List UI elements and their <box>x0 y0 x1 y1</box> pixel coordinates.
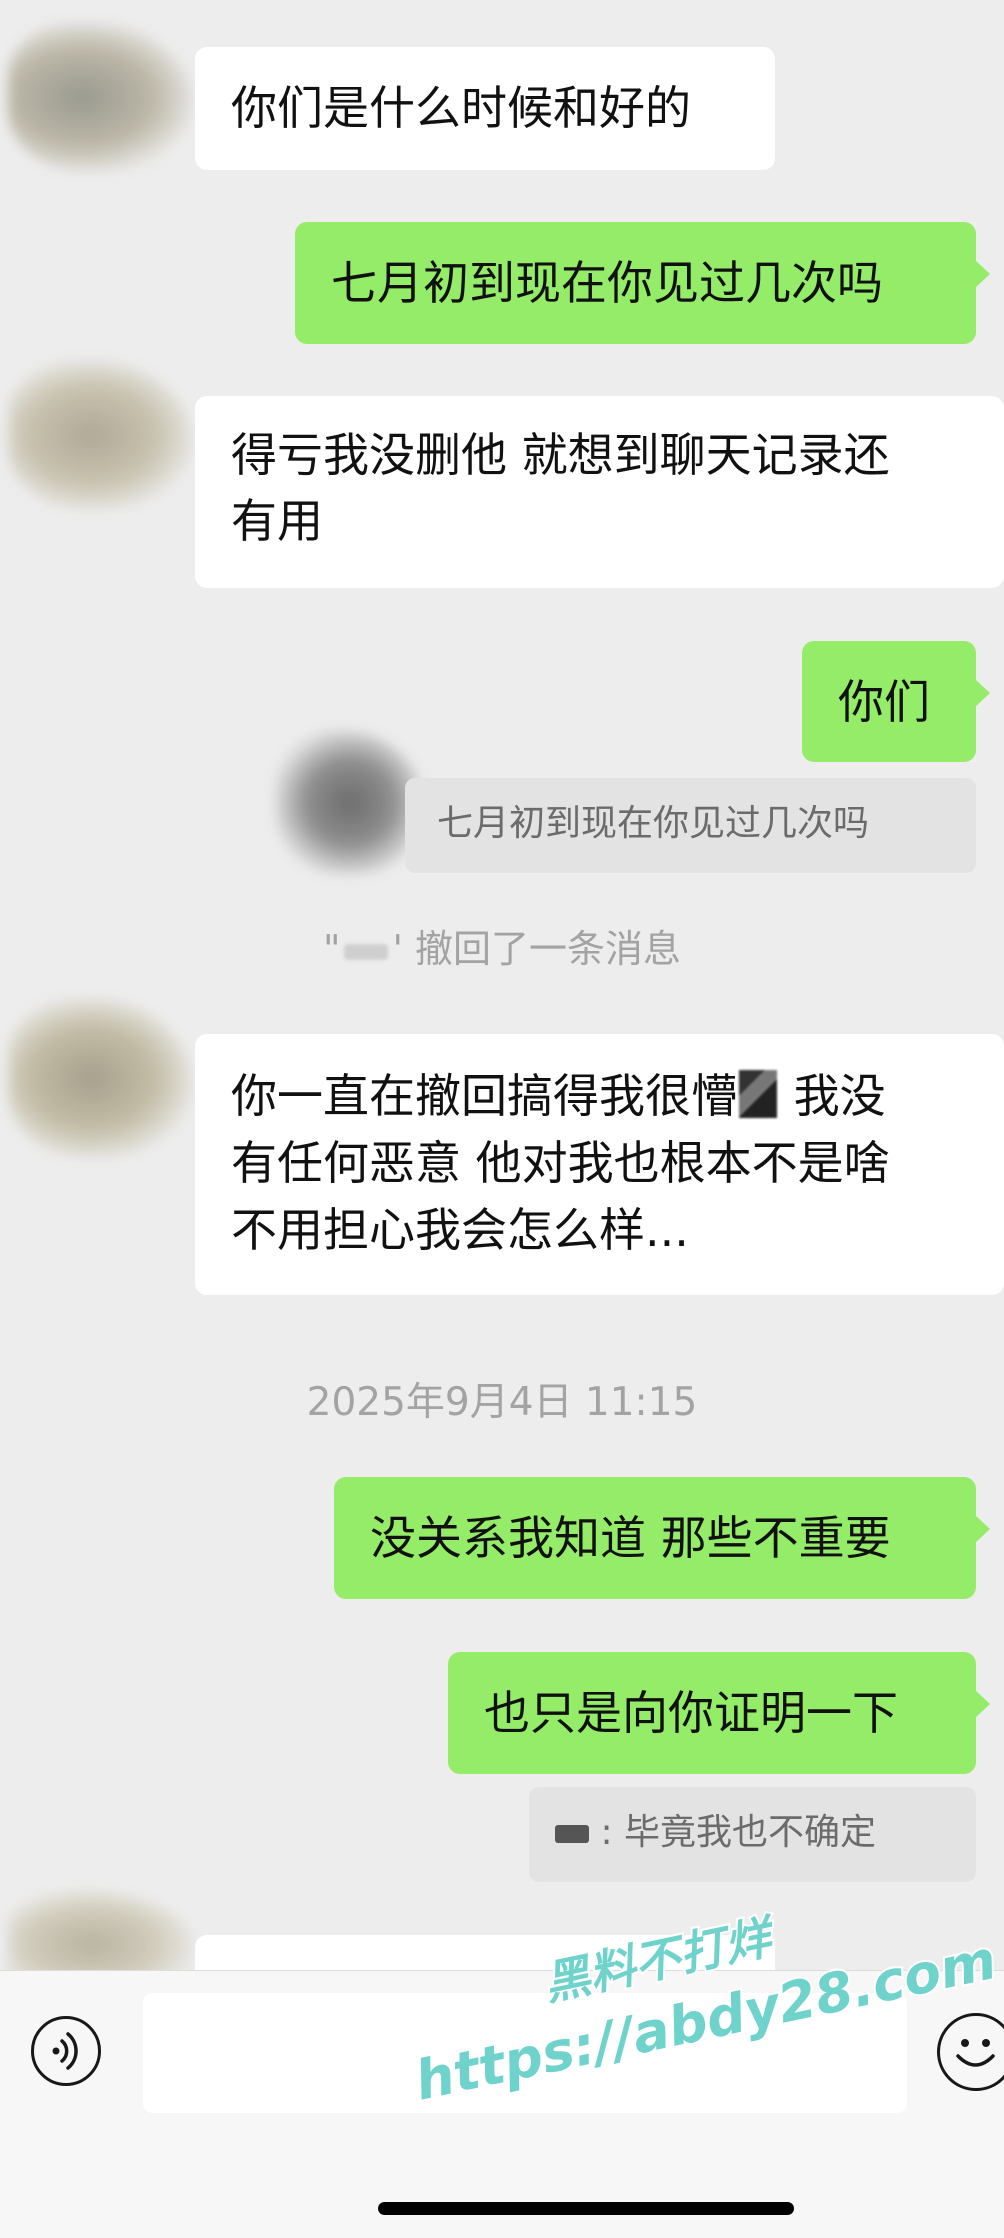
recall-notice: " ' 撤回了一条消息 <box>322 927 681 971</box>
pixelated-emoji <box>739 1070 777 1118</box>
redacted-name <box>555 1825 589 1843</box>
chat-screen: 你们是什么时候和好的 七月初到现在你见过几次吗 得亏我没删他 就想到聊天记录还 … <box>0 0 1004 2238</box>
outgoing-message-bubble[interactable]: 没关系我知道 那些不重要 <box>334 1477 990 1599</box>
outgoing-message-bubble[interactable]: 你们 <box>802 641 990 762</box>
voice-button[interactable] <box>31 2016 101 2086</box>
message-text: 你们 <box>838 675 930 729</box>
outgoing-message-bubble[interactable]: 也只是向你证明一下 <box>448 1652 990 1774</box>
redacted-name <box>344 943 389 960</box>
voice-icon <box>52 2032 78 2070</box>
quoted-text: 毕竟我也不确定 <box>624 1812 877 1853</box>
quoted-text: 七月初到现在你见过几次吗 <box>437 803 870 844</box>
message-text: 我没 <box>779 1069 886 1123</box>
contact-avatar[interactable] <box>8 360 193 510</box>
quote-separator: : <box>589 1812 625 1853</box>
quoted-message[interactable]: : 毕竟我也不确定 <box>529 1787 976 1882</box>
message-text: 不用担心我会怎么样... <box>231 1203 689 1257</box>
outgoing-message-bubble[interactable]: 七月初到现在你见过几次吗 <box>295 222 990 344</box>
incoming-message-bubble-partial[interactable] <box>195 1935 775 1975</box>
emoji-icon <box>956 2039 995 2067</box>
redacted-avatar <box>275 730 425 875</box>
message-text: 你们是什么时候和好的 <box>231 81 691 135</box>
message-text: 也只是向你证明一下 <box>484 1686 898 1740</box>
incoming-message-bubble[interactable]: 得亏我没删他 就想到聊天记录还 有用 <box>195 396 1004 588</box>
message-text: 你一直在撤回搞得我很懵 <box>231 1069 737 1123</box>
emoji-button[interactable] <box>937 2013 1004 2091</box>
contact-avatar[interactable] <box>8 998 193 1158</box>
contact-avatar[interactable] <box>8 1890 193 1980</box>
message-input[interactable] <box>143 1993 907 2113</box>
incoming-message-bubble[interactable]: 你一直在撤回搞得我很懵 我没 有任何恶意 他对我也根本不是啥 不用担心我会怎么样… <box>195 1034 1004 1295</box>
home-indicator <box>378 2202 794 2215</box>
contact-avatar[interactable] <box>8 22 193 172</box>
quoted-message[interactable]: 七月初到现在你见过几次吗 <box>405 778 976 873</box>
message-text: 有用 <box>231 494 323 548</box>
message-text: 有任何恶意 他对我也根本不是啥 <box>231 1136 890 1190</box>
message-text: 七月初到现在你见过几次吗 <box>331 256 883 310</box>
incoming-message-bubble[interactable]: 你们是什么时候和好的 <box>195 47 775 170</box>
message-text: 没关系我知道 那些不重要 <box>370 1511 891 1565</box>
timestamp: 2025年9月4日 11:15 <box>306 1380 698 1425</box>
message-text: 得亏我没删他 就想到聊天记录还 <box>231 428 890 482</box>
